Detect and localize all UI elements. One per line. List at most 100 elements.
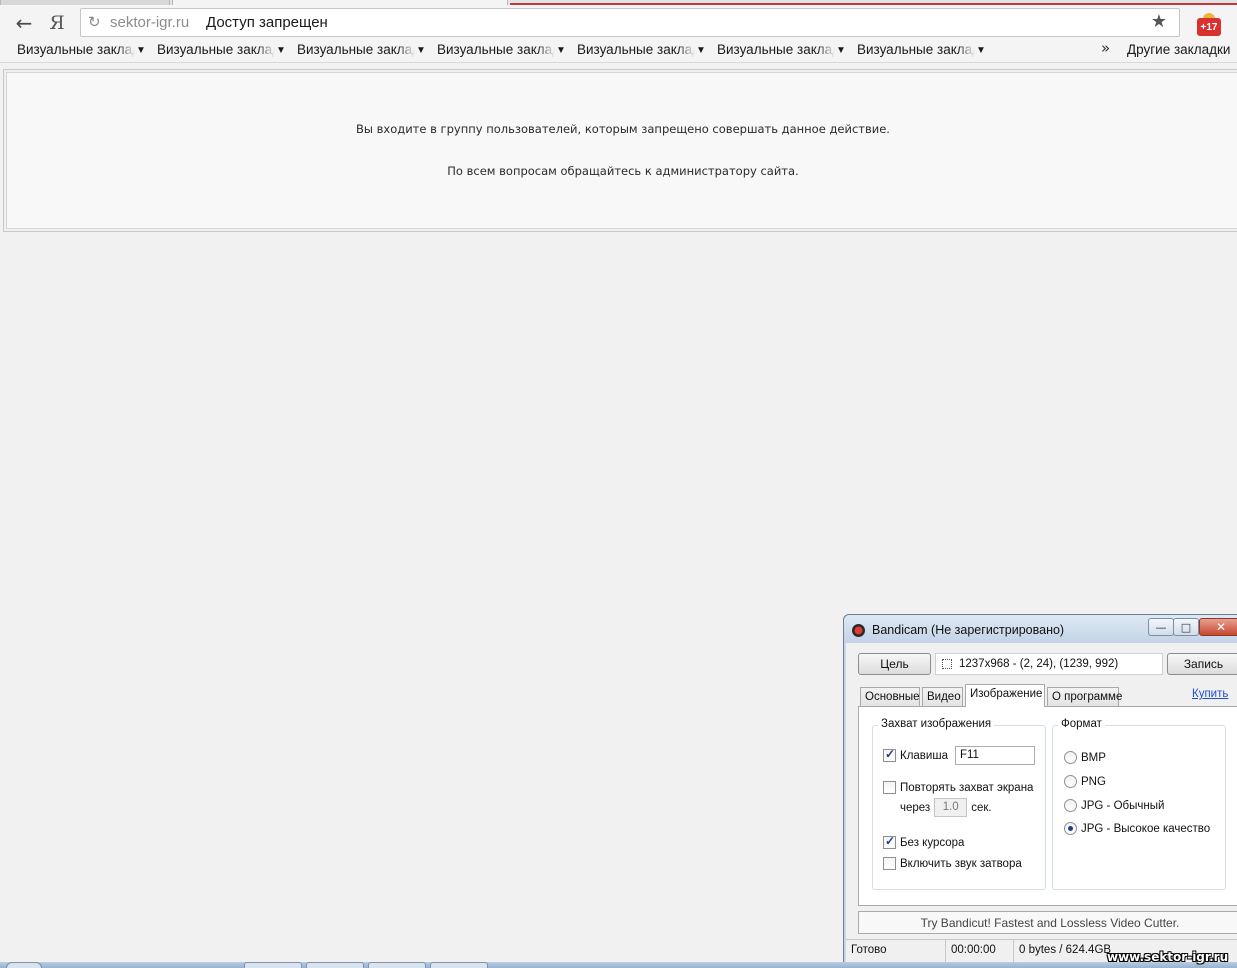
bandicut-promo-banner[interactable]: Try Bandicut! Fastest and Lossless Video… [858, 911, 1237, 934]
window-title: Bandicam (Не зарегистрировано) [872, 623, 1065, 637]
address-bar[interactable]: ↻ sektor-igr.ru Доступ запрещен ★ [80, 8, 1180, 37]
taskbar-item[interactable] [368, 962, 426, 968]
bookmark-folder[interactable]: Визуальные закладки▼ [157, 42, 286, 60]
format-option[interactable]: JPG - Обычный [1064, 799, 1164, 812]
bookmarks-bar: Визуальные закладки▼ Визуальные закладки… [0, 39, 1237, 63]
chevron-down-icon: ▼ [836, 45, 846, 56]
bookmark-label: Визуальные закладки [437, 42, 555, 57]
bookmark-label: Визуальные закладки [577, 42, 695, 57]
access-denied-inner: Вы входите в группу пользователей, котор… [6, 72, 1237, 229]
tab-general[interactable]: Основные [860, 687, 920, 706]
hotkey-input[interactable]: F11 [954, 746, 1035, 765]
interval-unit-label: сек. [971, 801, 992, 814]
access-denied-box: Вы входите в группу пользователей, котор… [3, 69, 1237, 232]
chevron-down-icon: ▼ [976, 45, 986, 56]
yandex-logo-icon[interactable]: Я [44, 10, 70, 36]
no-cursor-label: Без курсора [900, 836, 965, 849]
bookmark-folder[interactable]: Визуальные закладки▼ [717, 42, 846, 60]
no-cursor-row: Без курсора [883, 834, 965, 849]
bookmarks-overflow-button[interactable]: » [1101, 39, 1110, 57]
format-option-label: JPG - Высокое качество [1081, 822, 1211, 835]
shutter-sound-checkbox[interactable] [883, 857, 896, 870]
site-watermark: www.sektor-igr.ru [1107, 950, 1229, 964]
bandicam-body: Цель 1237x968 - (2, 24), (1239, 992) Зап… [846, 643, 1237, 968]
bookmark-folder[interactable]: Визуальные закладки▼ [857, 42, 986, 60]
back-arrow-icon[interactable]: ← [11, 10, 37, 36]
extension-badge: +17 [1197, 18, 1221, 36]
format-option[interactable]: BMP [1064, 751, 1106, 764]
chevron-down-icon: ▼ [136, 45, 146, 56]
format-option-label: PNG [1081, 775, 1106, 788]
shutter-row: Включить звук затвора [883, 857, 1022, 870]
format-option[interactable]: JPG - Высокое качество [1064, 822, 1210, 835]
chevron-down-icon: ▼ [276, 45, 286, 56]
interval-input[interactable]: 1.0 [934, 798, 968, 817]
bookmark-label: Визуальные закладки [297, 42, 415, 57]
format-option-label: JPG - Обычный [1081, 799, 1165, 812]
gift-extension-icon[interactable]: +17 [1197, 13, 1221, 36]
format-group-legend: Формат [1058, 718, 1105, 730]
format-radio-bmp[interactable] [1064, 751, 1077, 764]
target-area-value: 1237x968 - (2, 24), (1239, 992) [959, 658, 1119, 670]
taskbar-item[interactable] [244, 962, 302, 968]
format-option[interactable]: PNG [1064, 775, 1106, 788]
bookmark-label: Визуальные закладки [157, 42, 275, 57]
status-time: 00:00:00 [946, 940, 1014, 962]
contact-admin-message: По всем вопросам обращайтесь к администр… [447, 164, 799, 178]
buy-link[interactable]: Купить [1192, 688, 1228, 700]
interval-prefix-label: через [900, 801, 931, 814]
browser-toolbar: ← Я ↻ sektor-igr.ru Доступ запрещен ★ +1… [0, 5, 1237, 39]
format-radio-png[interactable] [1064, 775, 1077, 788]
bookmark-folder[interactable]: Визуальные закладки▼ [577, 42, 706, 60]
taskbar-item[interactable] [430, 962, 488, 968]
selection-rect-icon [942, 659, 952, 669]
bandicam-window: Bandicam (Не зарегистрировано) — □ ✕ Цел… [843, 614, 1237, 968]
image-tab-panel: Захват изображения Клавиша F11 Повторять… [858, 706, 1237, 906]
taskbar-item[interactable] [306, 962, 364, 968]
bookmark-folder[interactable]: Визуальные закладки▼ [297, 42, 426, 60]
shutter-sound-label: Включить звук затвора [900, 857, 1022, 870]
close-icon: ✕ [1215, 620, 1227, 634]
start-button[interactable] [6, 962, 42, 968]
chevron-down-icon: ▼ [416, 45, 426, 56]
format-group: Формат BMP PNG JPG - Обычный JPG - Высок… [1052, 718, 1226, 890]
access-denied-message: Вы входите в группу пользователей, котор… [356, 122, 890, 136]
chevron-down-icon: ▼ [696, 45, 706, 56]
bookmark-folder[interactable]: Визуальные закладки▼ [17, 42, 146, 60]
format-radio-jpg-normal[interactable] [1064, 799, 1077, 812]
star-icon[interactable]: ★ [1151, 11, 1167, 32]
repeat-capture-checkbox[interactable] [883, 781, 896, 794]
bookmark-folder[interactable]: Визуальные закладки▼ [437, 42, 566, 60]
refresh-icon[interactable]: ↻ [88, 13, 101, 31]
bandicam-titlebar[interactable]: Bandicam (Не зарегистрировано) — □ ✕ [844, 615, 1237, 643]
maximize-button[interactable]: □ [1173, 618, 1199, 636]
hotkey-checkbox[interactable] [883, 747, 896, 762]
tab-image[interactable]: Изображение [965, 684, 1045, 707]
bookmark-label: Визуальные закладки [17, 42, 135, 57]
bookmark-label: Визуальные закладки [717, 42, 835, 57]
format-option-label: BMP [1081, 751, 1106, 764]
close-button[interactable]: ✕ [1199, 618, 1237, 636]
other-bookmarks-folder[interactable]: Другие закладки [1127, 42, 1230, 57]
status-state: Готово [846, 940, 946, 962]
taskbar [0, 962, 1237, 968]
target-button[interactable]: Цель [858, 653, 931, 675]
repeat-capture-label: Повторять захват экрана [900, 781, 1034, 794]
chevron-down-icon: ▼ [556, 45, 566, 56]
capture-group-legend: Захват изображения [878, 718, 995, 730]
hotkey-row: Клавиша F11 [883, 746, 1035, 765]
minimize-button[interactable]: — [1148, 618, 1174, 636]
tab-video[interactable]: Видео [922, 687, 963, 706]
record-button[interactable]: Запись [1167, 653, 1237, 675]
tab-about[interactable]: О программе [1047, 687, 1122, 706]
format-radio-jpg-high[interactable] [1064, 822, 1077, 835]
no-cursor-checkbox[interactable] [883, 834, 896, 849]
target-area-field[interactable]: 1237x968 - (2, 24), (1239, 992) [935, 653, 1163, 675]
address-page-title: Доступ запрещен [206, 14, 328, 31]
capture-group: Захват изображения Клавиша F11 Повторять… [872, 718, 1046, 890]
interval-row: через 1.0 сек. [900, 798, 992, 817]
bookmark-label: Визуальные закладки [857, 42, 975, 57]
repeat-row: Повторять захват экрана [883, 781, 1033, 794]
address-domain: sektor-igr.ru [110, 14, 190, 31]
hotkey-label: Клавиша [900, 749, 948, 762]
